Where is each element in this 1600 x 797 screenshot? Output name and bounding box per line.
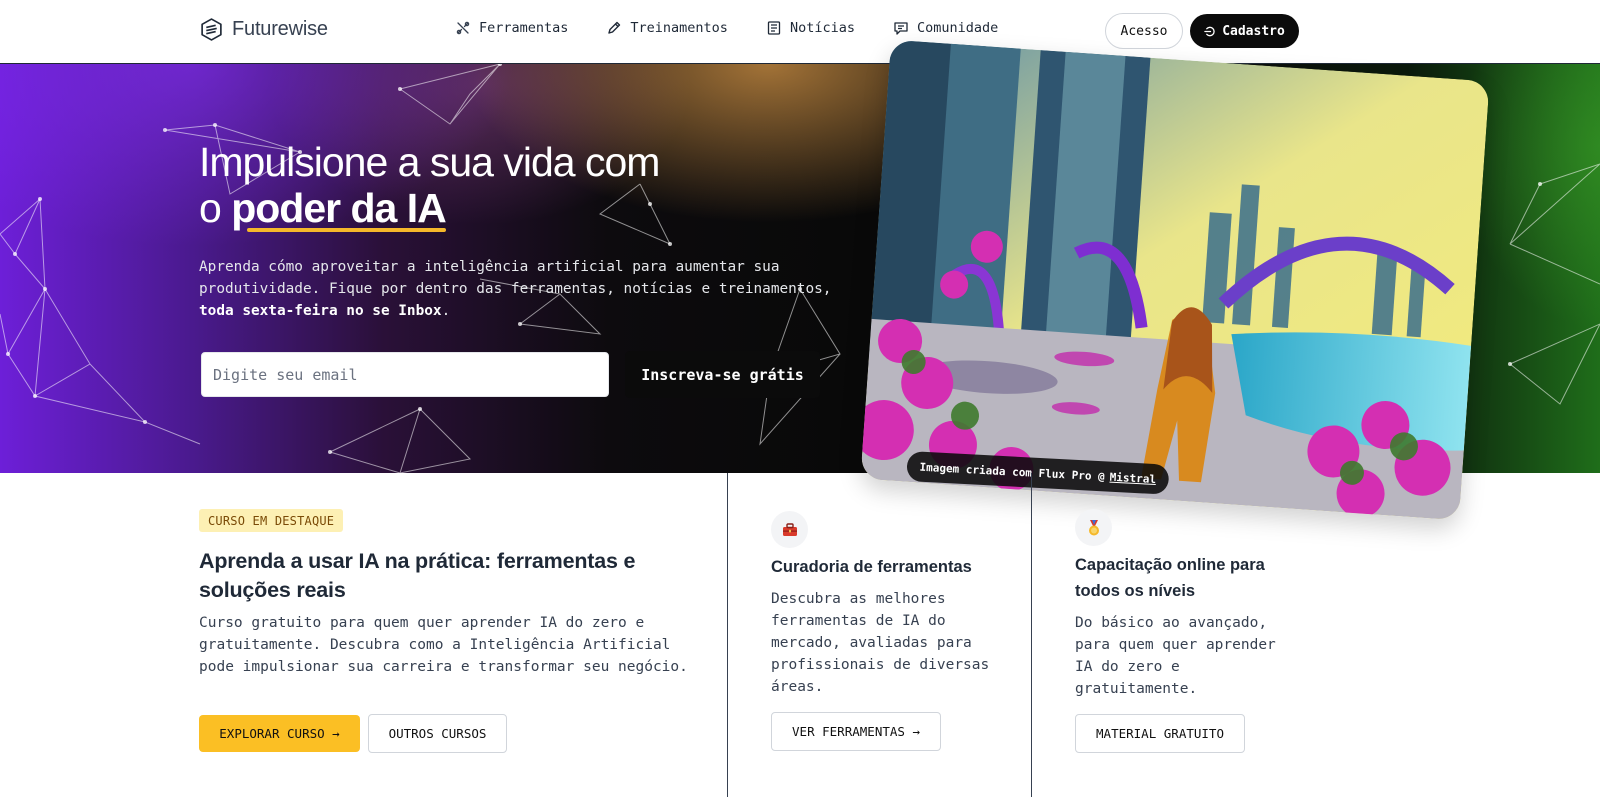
caption-text: Imagem criada com Flux Pro @ <box>919 460 1106 483</box>
logo-icon <box>201 18 222 41</box>
feature-icon-training <box>1075 509 1112 546</box>
tools-icon <box>456 21 470 35</box>
main-nav: Ferramentas Treinamentos Notícias Comuni… <box>455 20 998 36</box>
nav-item-treinamentos[interactable]: Treinamentos <box>606 20 728 36</box>
signup-button[interactable]: Cadastro <box>1190 14 1299 48</box>
chat-icon <box>894 22 908 35</box>
nav-label: Ferramentas <box>479 20 569 36</box>
hero-description-end: . <box>441 303 451 319</box>
nav-label: Notícias <box>789 20 855 36</box>
nav-item-comunidade[interactable]: Comunidade <box>893 20 998 36</box>
signup-icon <box>1204 26 1215 36</box>
feature-title-training: Capacitação online para todos os níveis <box>1075 556 1265 600</box>
toolbox-icon <box>782 522 797 536</box>
pencil-icon <box>608 21 621 34</box>
feature-description-training: Do básico ao avançado, para quem quer ap… <box>1075 615 1276 697</box>
signup-label: Cadastro <box>1222 23 1285 39</box>
other-courses-button[interactable]: OUTROS CURSOS <box>368 714 507 753</box>
medal-icon <box>1088 519 1099 535</box>
explore-course-button[interactable]: EXPLORAR CURSO → <box>199 715 360 752</box>
hero-title-prefix: o <box>199 185 222 231</box>
nav-item-ferramentas[interactable]: Ferramentas <box>455 20 568 36</box>
course-description: Curso gratuito para quem quer aprender I… <box>199 615 688 675</box>
free-material-button[interactable]: MATERIAL GRATUITO <box>1075 714 1245 753</box>
nav-label: Comunidade <box>916 20 999 36</box>
hero-title: Impulsione a sua vida com o poder da IA <box>199 139 660 231</box>
caption-link[interactable]: Mistral <box>1109 470 1156 485</box>
feature-title-tools: Curadoria de ferramentas <box>771 558 972 576</box>
hero-description: Aprenda cómo aproveitar a inteligência a… <box>199 256 859 322</box>
logo[interactable]: Futurewise <box>199 17 328 42</box>
hero-image <box>860 39 1490 521</box>
hero-title-highlight: poder da IA <box>231 185 447 231</box>
newspaper-icon <box>767 21 781 35</box>
logo-text: Futurewise <box>232 18 328 40</box>
nav-label: Treinamentos <box>630 20 728 36</box>
feature-icon-tools <box>771 511 808 548</box>
hero-title-line2: o poder da IA <box>199 185 659 231</box>
site-header: Futurewise Ferramentas Treinamentos Notí… <box>0 0 1600 64</box>
featured-badge: CURSO EM DESTAQUE <box>199 509 344 532</box>
login-button[interactable]: Acesso <box>1105 13 1183 49</box>
email-input[interactable] <box>201 352 609 397</box>
hero-title-line1: Impulsione a sua vida com <box>199 139 660 185</box>
feature-description-tools: Descubra as melhores ferramentas de IA d… <box>771 591 990 695</box>
course-title: Aprenda a usar IA na prática: ferramenta… <box>199 549 636 602</box>
hero-illustration <box>860 39 1490 521</box>
column-divider <box>727 473 728 797</box>
column-divider <box>1031 473 1032 797</box>
hero-description-text: Aprenda cómo aproveitar a inteligência a… <box>199 259 832 297</box>
view-tools-button[interactable]: VER FERRAMENTAS → <box>771 712 941 751</box>
nav-item-noticias[interactable]: Notícias <box>766 20 855 36</box>
hero-description-bold: toda sexta-feira no se Inbox <box>199 303 442 319</box>
subscribe-button[interactable]: Inscreva-se grátis <box>625 351 820 398</box>
